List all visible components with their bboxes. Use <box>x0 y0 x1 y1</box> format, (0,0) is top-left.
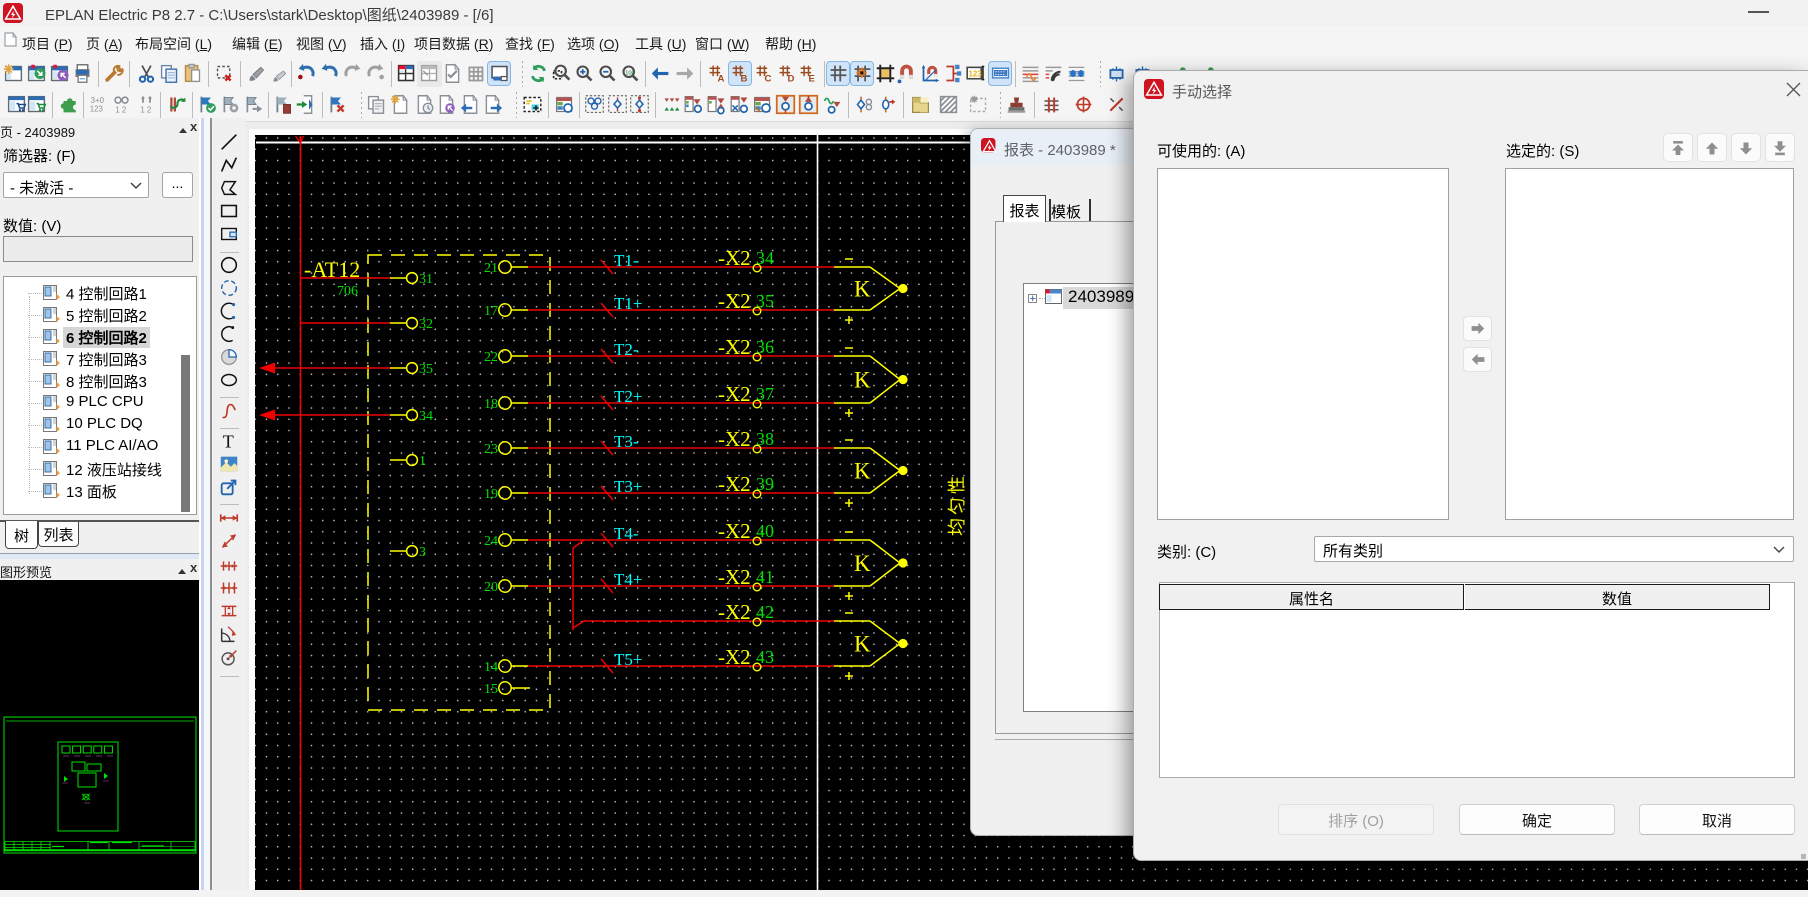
svg-text:15: 15 <box>484 682 498 697</box>
svg-text:K: K <box>854 459 871 484</box>
svg-text:34: 34 <box>419 409 433 424</box>
svg-text:T1+: T1+ <box>614 294 642 313</box>
svg-text:K: K <box>854 632 871 657</box>
svg-text:T2+: T2+ <box>614 387 642 406</box>
svg-text:24: 24 <box>484 534 498 549</box>
svg-text:35: 35 <box>419 362 433 377</box>
svg-text:-X2: -X2 <box>718 645 751 669</box>
svg-text:T4+: T4+ <box>614 570 642 589</box>
svg-text:-X2: -X2 <box>718 519 751 543</box>
svg-text:-X2: -X2 <box>718 472 751 496</box>
svg-text:T3-: T3- <box>614 432 639 451</box>
svg-text:T1-: T1- <box>614 251 639 270</box>
svg-text:23: 23 <box>484 442 498 457</box>
svg-text:-X2: -X2 <box>718 427 751 451</box>
svg-text:K: K <box>854 551 871 576</box>
svg-text:20: 20 <box>484 580 498 595</box>
svg-text:K: K <box>854 277 871 302</box>
svg-text:-X2: -X2 <box>718 382 751 406</box>
svg-text:-X2: -X2 <box>718 246 751 270</box>
svg-text:14: 14 <box>484 660 498 675</box>
svg-text:T3+: T3+ <box>614 477 642 496</box>
svg-text:-X2: -X2 <box>718 565 751 589</box>
svg-text:-X2: -X2 <box>718 335 751 359</box>
svg-text:22: 22 <box>484 350 498 365</box>
svg-text:均匀性: 均匀性 <box>947 473 967 536</box>
svg-text:17: 17 <box>484 304 498 319</box>
svg-text:19: 19 <box>484 487 498 502</box>
svg-text:31: 31 <box>419 272 433 287</box>
svg-text:T4-: T4- <box>614 524 639 543</box>
svg-text:1: 1 <box>419 454 426 469</box>
svg-text:-X2: -X2 <box>718 600 751 624</box>
svg-text:21: 21 <box>484 261 498 276</box>
svg-text:K: K <box>854 368 871 393</box>
svg-text:3: 3 <box>419 545 426 560</box>
svg-text:32: 32 <box>419 317 433 332</box>
svg-text:18: 18 <box>484 397 498 412</box>
svg-text:-X2: -X2 <box>718 289 751 313</box>
svg-text:706: 706 <box>337 284 358 299</box>
svg-text:T5+: T5+ <box>614 650 642 669</box>
svg-text:T2-: T2- <box>614 340 639 359</box>
